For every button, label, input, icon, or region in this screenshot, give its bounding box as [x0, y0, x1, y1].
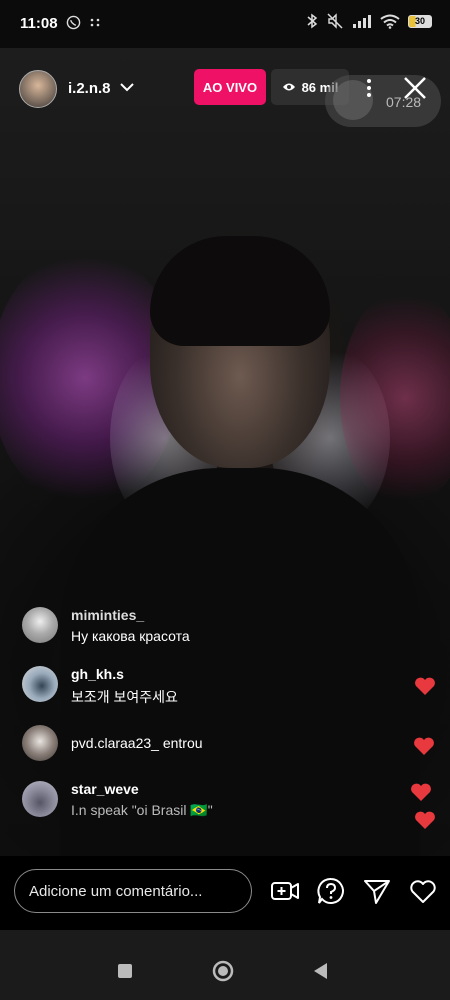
comment-item[interactable]: gh_kh.s 보조개 보여주세요 — [22, 666, 322, 708]
wifi-icon — [380, 14, 400, 29]
live-badge: AO VIVO — [194, 69, 266, 105]
home-icon[interactable] — [212, 960, 234, 982]
comment-input[interactable] — [14, 869, 252, 913]
comment-text: I.n speak "oi Brasil 🇧🇷" — [71, 802, 213, 818]
commenter-name[interactable]: gh_kh.s — [71, 666, 124, 682]
more-options-icon[interactable] — [364, 78, 374, 98]
status-bar: 11:08 30 — [0, 0, 450, 48]
host-username[interactable]: i.2.n.8 — [68, 80, 111, 97]
bluetooth-icon — [307, 13, 318, 29]
commenter-avatar[interactable] — [22, 781, 58, 817]
send-icon[interactable] — [362, 876, 392, 906]
join-text: entrou — [162, 735, 203, 751]
heart-icon — [415, 811, 435, 829]
back-icon[interactable] — [312, 962, 328, 980]
commenter-avatar[interactable] — [22, 666, 58, 702]
heart-icon — [414, 737, 434, 755]
recents-icon[interactable] — [117, 963, 133, 979]
commenter-name[interactable]: miminties_ — [71, 607, 144, 623]
mute-icon — [327, 13, 343, 29]
battery-indicator: 30 — [408, 14, 432, 28]
status-time: 11:08 — [20, 15, 58, 32]
eye-icon — [282, 83, 295, 91]
heart-icon — [411, 783, 431, 801]
comment-item[interactable]: miminties_ Ну какова красота — [22, 607, 322, 649]
host-avatar[interactable] — [19, 70, 57, 108]
streamer-hair — [150, 236, 330, 346]
question-icon[interactable] — [316, 876, 346, 906]
add-video-icon[interactable] — [270, 876, 300, 906]
commenter-name[interactable]: pvd.claraa23_ — [71, 735, 159, 751]
status-icons: 30 — [306, 13, 432, 29]
join-notice: pvd.claraa23_ entrou — [71, 735, 203, 751]
comment-item[interactable]: star_weve I.n speak "oi Brasil 🇧🇷" — [22, 781, 342, 823]
notification-icons — [66, 13, 101, 30]
more-dots-icon — [90, 18, 100, 27]
whatsapp-icon — [66, 15, 81, 30]
commenter-avatar[interactable] — [22, 607, 58, 643]
live-label: AO VIVO — [202, 79, 258, 95]
close-icon[interactable] — [402, 75, 428, 101]
commenter-name[interactable]: star_weve — [71, 781, 139, 797]
heart-icon — [415, 677, 435, 695]
comment-text: 보조개 보여주세요 — [71, 689, 178, 705]
comment-text: Ну какова красота — [71, 628, 190, 644]
system-nav-bar — [0, 930, 450, 1000]
comment-item-join[interactable]: pvd.claraa23_ entrou — [22, 725, 322, 761]
signal-icon — [353, 15, 371, 28]
commenter-avatar[interactable] — [22, 725, 58, 761]
chevron-down-icon[interactable] — [119, 79, 135, 95]
like-heart-icon[interactable] — [408, 876, 438, 906]
